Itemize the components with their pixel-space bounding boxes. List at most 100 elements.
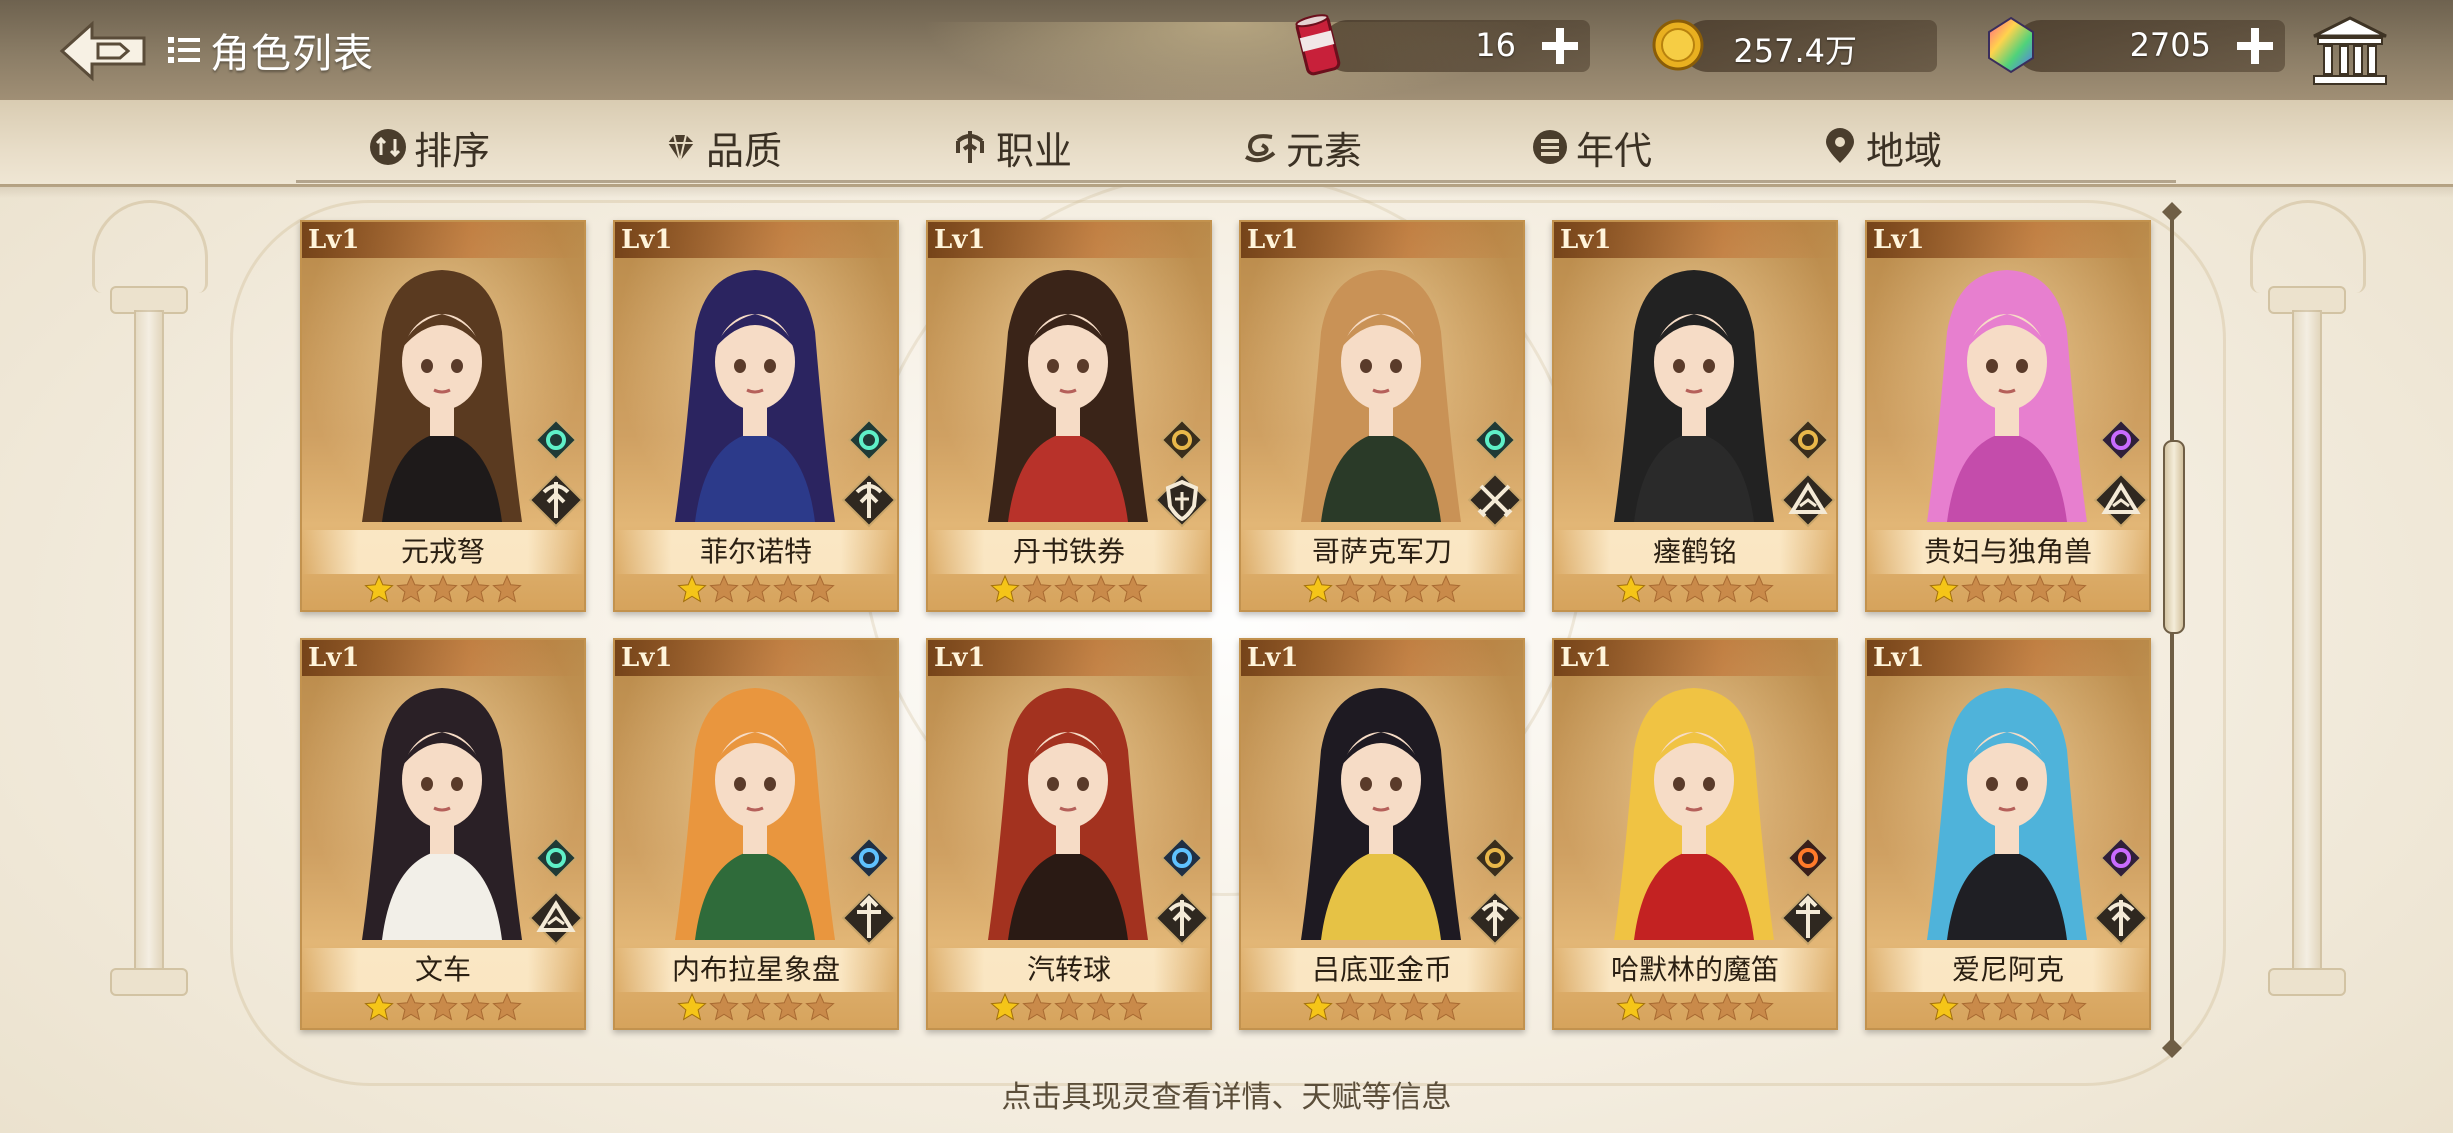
hint-text: 点击具现灵查看详情、天赋等信息: [1001, 1080, 1452, 1115]
sort-icon: [370, 129, 406, 165]
star-empty-icon: [1367, 992, 1397, 1021]
card-name: 元戎弩: [400, 535, 485, 568]
card-level: Lv1: [1241, 222, 1523, 258]
card-level: Lv1: [1554, 640, 1836, 676]
character-card-7[interactable]: Lv1 文车: [300, 638, 586, 1030]
star-filled-icon: [364, 992, 394, 1021]
star-filled-icon: [1616, 992, 1646, 1021]
character-card-5[interactable]: Lv1 瘗鹤铭: [1552, 220, 1838, 612]
character-card-12[interactable]: Lv1 爱尼阿克: [1865, 638, 2151, 1030]
plus-icon[interactable]: [2231, 22, 2279, 70]
tab-sort[interactable]: 排序: [368, 122, 490, 173]
scroll-thumb[interactable]: [2163, 440, 2185, 634]
tab-era[interactable]: 年代: [1530, 122, 1653, 173]
card-name: 爱尼阿克: [1951, 953, 2064, 986]
star-empty-icon: [741, 992, 771, 1021]
card-name: 哥萨克军刀: [1311, 535, 1452, 568]
tab-quality-label: 品质: [706, 128, 783, 173]
star-empty-icon: [805, 574, 835, 603]
archer-class-icon: [1467, 890, 1523, 946]
star-empty-icon: [709, 992, 739, 1021]
scrollbar[interactable]: [2160, 200, 2185, 1060]
tab-quality[interactable]: 品质: [660, 122, 783, 173]
character-portrait: [362, 688, 522, 940]
star-empty-icon: [709, 574, 739, 603]
star-empty-icon: [492, 992, 522, 1021]
museum-icon[interactable]: [2310, 14, 2390, 88]
card-level: Lv1: [1241, 640, 1523, 676]
character-card-1[interactable]: Lv1 元戎弩: [300, 220, 586, 612]
character-card-3[interactable]: Lv1 丹书铁券: [926, 220, 1212, 612]
thunder-element-icon: [2099, 836, 2143, 880]
cross-class-icon: [841, 890, 897, 946]
character-card-8[interactable]: Lv1 内布拉星象盘: [613, 638, 899, 1030]
card-name: 瘗鹤铭: [1652, 535, 1737, 568]
wind-element-icon: [534, 836, 578, 880]
star-empty-icon: [1054, 574, 1084, 603]
gem-value: 2705: [2129, 26, 2211, 64]
star-filled-icon: [1303, 992, 1333, 1021]
star-empty-icon: [2057, 992, 2087, 1021]
star-empty-icon: [1993, 574, 2023, 603]
character-card-6[interactable]: Lv1 贵妇与独角兽: [1865, 220, 2151, 612]
water-element-icon: [847, 836, 891, 880]
star-filled-icon: [677, 574, 707, 603]
star-empty-icon: [1335, 574, 1365, 603]
star-empty-icon: [1022, 992, 1052, 1021]
character-card-9[interactable]: Lv1 汽转球: [926, 638, 1212, 1030]
gold-value: 257.4万: [1733, 32, 1857, 70]
star-filled-icon: [1929, 574, 1959, 603]
character-card-11[interactable]: Lv1 哈默林的魔笛: [1552, 638, 1838, 1030]
character-card-2[interactable]: Lv1 菲尔诺特: [613, 220, 899, 612]
shield-class-icon: [1154, 472, 1210, 528]
star-empty-icon: [805, 992, 835, 1021]
star-empty-icon: [1648, 574, 1678, 603]
title-group: 角色列表: [166, 22, 374, 78]
card-level: Lv1: [302, 222, 584, 258]
tab-region[interactable]: 地域: [1820, 122, 1942, 173]
tab-class[interactable]: 职业: [950, 122, 1073, 173]
star-filled-icon: [990, 992, 1020, 1021]
character-portrait: [1927, 688, 2087, 940]
star-rating: [990, 574, 1148, 604]
left-pillar-decoration: [92, 200, 208, 1080]
star-filled-icon: [1303, 574, 1333, 603]
archer-class-icon: [1154, 890, 1210, 946]
wind-element-icon: [534, 418, 578, 462]
plus-icon[interactable]: [1536, 22, 1584, 70]
star-empty-icon: [428, 992, 458, 1021]
star-empty-icon: [741, 574, 771, 603]
star-empty-icon: [1335, 992, 1365, 1021]
list-icon: [168, 37, 200, 63]
star-filled-icon: [1929, 992, 1959, 1021]
era-icon: [1533, 130, 1567, 164]
back-button[interactable]: [58, 18, 150, 84]
tab-era-label: 年代: [1576, 128, 1653, 173]
star-empty-icon: [2025, 992, 2055, 1021]
card-name: 内布拉星象盘: [671, 953, 840, 986]
star-empty-icon: [1744, 992, 1774, 1021]
gem-quality-icon: [668, 134, 694, 162]
card-level: Lv1: [615, 640, 897, 676]
star-empty-icon: [1054, 992, 1084, 1021]
tab-element[interactable]: 元素: [1240, 122, 1362, 173]
water-element-icon: [1160, 836, 1204, 880]
resource-stamina: 16: [1295, 14, 1590, 76]
card-name: 汽转球: [1026, 953, 1111, 986]
star-empty-icon: [1680, 992, 1710, 1021]
location-pin-icon: [1826, 128, 1854, 163]
top-bar: 角色列表 16 257.4万 2705: [0, 0, 2453, 108]
book-class-icon: [2093, 472, 2149, 528]
star-empty-icon: [2025, 574, 2055, 603]
resource-gem: 2705: [1988, 16, 2285, 74]
star-empty-icon: [773, 574, 803, 603]
star-empty-icon: [1431, 992, 1461, 1021]
star-empty-icon: [1086, 992, 1116, 1021]
star-filled-icon: [1616, 574, 1646, 603]
book-class-icon: [1780, 472, 1836, 528]
star-empty-icon: [1118, 574, 1148, 603]
star-empty-icon: [1399, 574, 1429, 603]
tab-class-label: 职业: [996, 128, 1073, 173]
character-card-4[interactable]: Lv1 哥萨克军刀: [1239, 220, 1525, 612]
character-card-10[interactable]: Lv1 吕底亚金币: [1239, 638, 1525, 1030]
